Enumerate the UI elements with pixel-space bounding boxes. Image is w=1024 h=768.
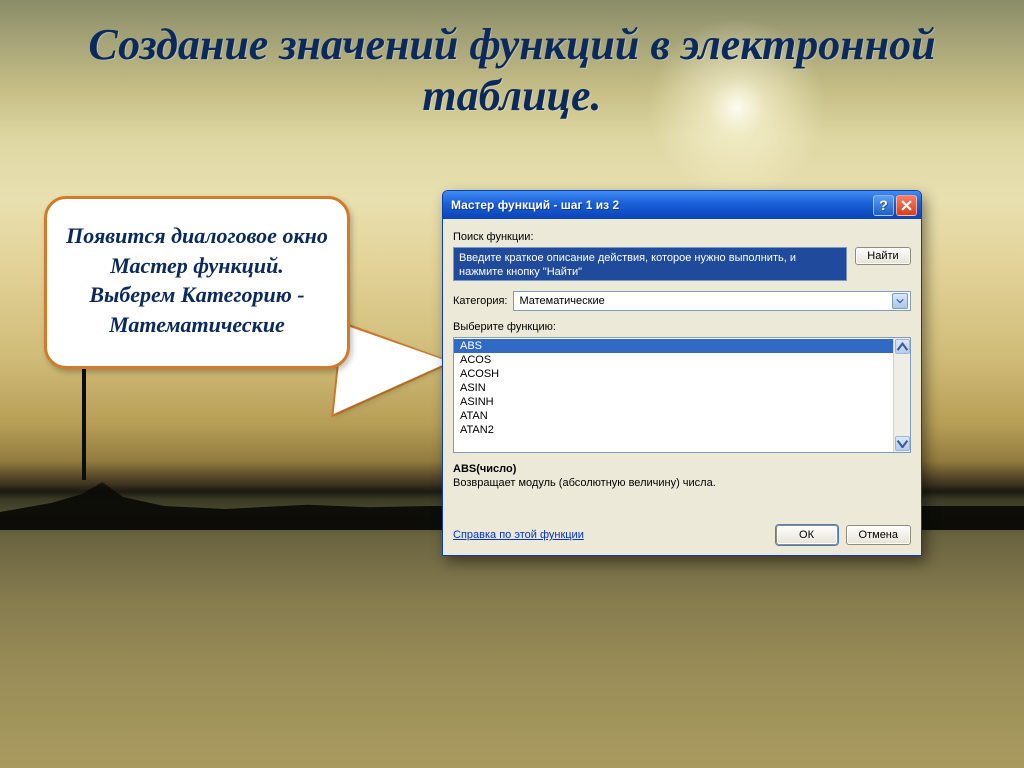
ok-button[interactable]: ОК <box>776 525 838 545</box>
speech-bubble-tail <box>334 324 453 425</box>
dialog-titlebar[interactable]: Мастер функций - шаг 1 из 2 ? <box>443 191 921 219</box>
chevron-up-icon <box>896 342 909 352</box>
function-list-items: ABS ACOS ACOSH ASIN ASINH ATAN ATAN2 <box>454 338 893 452</box>
function-listbox[interactable]: ABS ACOS ACOSH ASIN ASINH ATAN ATAN2 <box>453 337 911 453</box>
list-item[interactable]: ACOSH <box>454 367 893 381</box>
dropdown-button[interactable] <box>892 293 908 309</box>
list-item[interactable]: ATAN <box>454 409 893 423</box>
search-input[interactable]: Введите краткое описание действия, котор… <box>453 247 847 281</box>
close-icon <box>901 200 912 211</box>
list-item[interactable]: ACOS <box>454 353 893 367</box>
list-item[interactable]: ABS <box>454 339 893 353</box>
help-icon: ? <box>879 197 888 213</box>
titlebar-help-button[interactable]: ? <box>873 195 894 216</box>
scroll-track[interactable] <box>895 355 910 435</box>
list-item[interactable]: ASINH <box>454 395 893 409</box>
function-description: Возвращает модуль (абсолютную величину) … <box>453 477 911 489</box>
category-dropdown[interactable]: Математические <box>513 291 911 311</box>
scroll-up-button[interactable] <box>895 339 910 354</box>
function-wizard-dialog: Мастер функций - шаг 1 из 2 ? Поиск функ… <box>442 190 922 556</box>
category-value: Математические <box>519 295 892 307</box>
find-button[interactable]: Найти <box>855 247 911 265</box>
speech-bubble: Появится диалоговое окно Мастер функций.… <box>44 196 350 369</box>
listbox-scrollbar[interactable] <box>893 338 910 452</box>
spire-decoration <box>82 360 86 480</box>
list-item[interactable]: ATAN2 <box>454 423 893 437</box>
search-input-text: Введите краткое описание действия, котор… <box>459 252 796 278</box>
chevron-down-icon <box>896 439 909 449</box>
list-item[interactable]: ASIN <box>454 381 893 395</box>
select-function-label: Выберите функцию: <box>453 321 911 333</box>
speech-bubble-text: Появится диалоговое окно Мастер функций.… <box>66 223 328 337</box>
help-link[interactable]: Справка по этой функции <box>453 529 584 541</box>
slide-title: Создание значений функций в электронной … <box>0 20 1024 121</box>
scroll-down-button[interactable] <box>895 436 910 451</box>
cancel-button[interactable]: Отмена <box>846 525 911 545</box>
titlebar-close-button[interactable] <box>896 195 917 216</box>
function-syntax: ABS(число) <box>453 463 911 475</box>
chevron-down-icon <box>896 298 904 304</box>
search-label: Поиск функции: <box>453 231 911 243</box>
dialog-body: Поиск функции: Введите краткое описание … <box>443 219 921 555</box>
dialog-title: Мастер функций - шаг 1 из 2 <box>451 198 871 212</box>
category-label: Категория: <box>453 295 507 307</box>
